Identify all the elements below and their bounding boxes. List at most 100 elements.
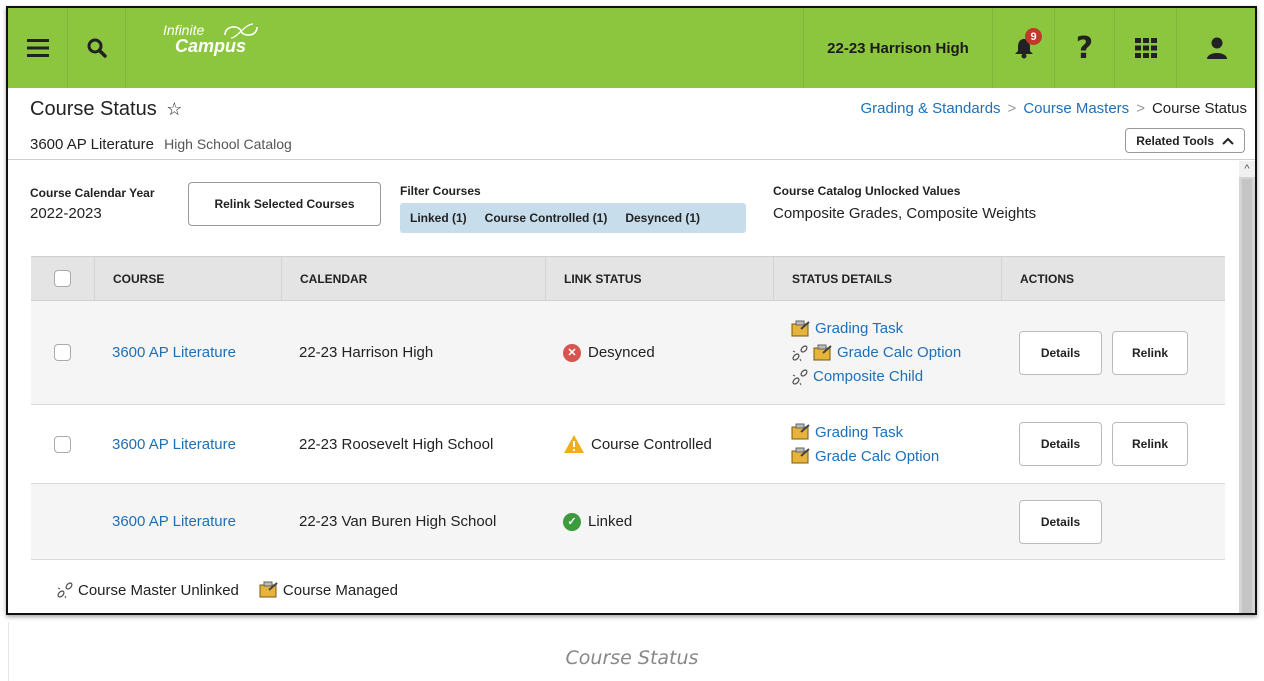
relink-button[interactable]: Relink <box>1112 330 1188 375</box>
school-selector[interactable]: 22-23 Harrison High <box>803 8 993 88</box>
detail-grading-task[interactable]: Grading Task <box>815 320 903 337</box>
course-name: 3600 AP Literature <box>30 136 154 153</box>
header-link-status[interactable]: LINK STATUS <box>545 256 773 301</box>
legend-managed-label: Course Managed <box>282 581 398 599</box>
course-managed-icon <box>813 344 833 362</box>
course-managed-icon <box>791 320 811 338</box>
chevron-up-icon <box>1222 137 1234 145</box>
chevron-right-icon: > <box>1007 100 1017 117</box>
detail-grade-calc-option[interactable]: Grade Calc Option <box>815 448 939 465</box>
table-header: COURSE CALENDAR LINK STATUS STATUS DETAI… <box>31 256 1225 301</box>
link-status-cell: ✓ Linked <box>545 512 773 531</box>
page-title-text: Course Status <box>30 98 157 120</box>
header-calendar[interactable]: CALENDAR <box>281 256 545 301</box>
x-circle-icon: ✕ <box>563 343 581 362</box>
course-managed-icon <box>791 447 811 465</box>
help-icon: ? <box>1075 30 1094 66</box>
table-row: 3600 AP Literature 22-23 Harrison High ✕… <box>31 301 1225 405</box>
relink-selected-button[interactable]: Relink Selected Courses <box>188 182 381 226</box>
calendar-year-block: Course Calendar Year 2022-2023 <box>30 186 155 222</box>
select-all-checkbox[interactable] <box>54 270 71 287</box>
filter-course-controlled[interactable]: Course Controlled (1) <box>485 211 608 225</box>
relink-button[interactable]: Relink <box>1112 422 1188 466</box>
infinite-campus-logo[interactable]: Infinite Campus <box>163 23 258 55</box>
details-button[interactable]: Details <box>1019 330 1102 375</box>
row-checkbox[interactable] <box>54 435 71 453</box>
row-select-cell <box>31 344 94 361</box>
user-icon <box>1207 37 1227 59</box>
filter-desynced[interactable]: Desynced (1) <box>625 211 700 225</box>
menu-button[interactable] <box>8 8 68 88</box>
breadcrumb: Grading & Standards > Course Masters > Cours… <box>860 100 1247 117</box>
status-details-cell: Grading Task Grade Calc Option Composite… <box>773 317 1001 389</box>
scroll-thumb[interactable] <box>1242 179 1252 613</box>
calendar-cell: 22-23 Roosevelt High School <box>299 435 494 453</box>
page-header: Course Status ☆ 3600 AP Literature High … <box>8 88 1255 160</box>
course-cell: 3600 AP Literature <box>94 513 281 530</box>
legend: Course Master Unlinked Course Managed <box>56 581 418 599</box>
grid-icon <box>1134 38 1157 58</box>
table-row: 3600 AP Literature 22-23 Van Buren High … <box>31 484 1225 560</box>
status-details-cell: Grading Task Grade Calc Option <box>773 420 1001 468</box>
filter-linked[interactable]: Linked (1) <box>410 211 467 225</box>
detail-line: Grade Calc Option <box>791 444 939 468</box>
unlocked-values-value: Composite Grades, Composite Weights <box>773 205 1037 222</box>
vertical-scrollbar[interactable]: ^ <box>1239 161 1255 613</box>
breadcrumb-course-masters[interactable]: Course Masters <box>1023 100 1129 117</box>
notifications-button[interactable]: 9 <box>993 8 1055 88</box>
help-button[interactable]: ? <box>1055 8 1115 88</box>
row-select-cell <box>31 435 94 453</box>
course-managed-icon <box>791 423 811 441</box>
course-managed-icon <box>259 581 279 599</box>
course-cell: 3600 AP Literature <box>94 344 281 361</box>
detail-grade-calc-option[interactable]: Grade Calc Option <box>837 344 961 361</box>
unlocked-values-block: Course Catalog Unlocked Values Composite… <box>773 184 1036 222</box>
related-tools-label: Related Tools <box>1136 133 1214 148</box>
link-status-cell: Course Controlled <box>545 434 773 454</box>
details-button[interactable]: Details <box>1019 499 1102 544</box>
scroll-up-arrow-icon[interactable]: ^ <box>1239 161 1255 177</box>
breadcrumb-grading-standards[interactable]: Grading & Standards <box>860 100 1000 117</box>
detail-composite-child[interactable]: Composite Child <box>813 368 923 385</box>
table-row: 3600 AP Literature 22-23 Roosevelt High … <box>31 405 1225 484</box>
course-cell: 3600 AP Literature <box>94 436 281 453</box>
unlocked-values-label: Course Catalog Unlocked Values <box>773 184 961 198</box>
star-icon[interactable]: ☆ <box>166 99 182 119</box>
user-button[interactable] <box>1177 8 1255 88</box>
related-tools-button[interactable]: Related Tools <box>1125 128 1245 153</box>
filter-pill: Linked (1) Course Controlled (1) Desynce… <box>400 203 746 233</box>
link-status-text: Desynced <box>588 344 655 361</box>
warning-icon <box>564 435 584 453</box>
course-link[interactable]: 3600 AP Literature <box>112 513 236 530</box>
legend-unlinked-label: Course Master Unlinked <box>78 581 239 599</box>
infinity-logo-icon <box>224 23 258 39</box>
search-button[interactable] <box>68 8 126 88</box>
main-content: Course Calendar Year 2022-2023 Relink Se… <box>8 161 1241 613</box>
apps-button[interactable] <box>1115 8 1177 88</box>
course-link[interactable]: 3600 AP Literature <box>112 344 236 361</box>
top-bar: Infinite Campus 22-23 Harrison High 9 ? <box>8 8 1255 88</box>
detail-line: Grading Task <box>791 317 903 341</box>
header-course[interactable]: COURSE <box>94 256 281 301</box>
actions-cell: Details Relink <box>1001 422 1225 466</box>
chevron-right-icon: > <box>1136 100 1145 117</box>
calendar-year-label: Course Calendar Year <box>30 186 155 200</box>
header-actions: ACTIONS <box>1001 256 1225 301</box>
link-status-cell: ✕ Desynced <box>545 343 773 362</box>
calendar-year-value: 2022-2023 <box>30 205 102 222</box>
detail-line: Grading Task <box>791 420 903 444</box>
actions-cell: Details <box>1001 499 1225 544</box>
detail-line: Composite Child <box>791 365 923 389</box>
filter-label: Filter Courses <box>400 184 481 198</box>
check-circle-icon: ✓ <box>563 512 581 531</box>
legend-managed: Course Managed <box>259 581 398 599</box>
app-window: Infinite Campus 22-23 Harrison High 9 ? … <box>6 6 1257 615</box>
unlinked-chain-icon <box>791 368 809 386</box>
header-status-details[interactable]: STATUS DETAILS <box>773 256 1001 301</box>
course-link[interactable]: 3600 AP Literature <box>112 436 236 453</box>
unlinked-chain-icon <box>791 344 809 362</box>
figure-caption: Course Status <box>565 647 699 669</box>
details-button[interactable]: Details <box>1019 422 1102 466</box>
row-checkbox[interactable] <box>54 344 71 361</box>
detail-grading-task[interactable]: Grading Task <box>815 424 903 441</box>
